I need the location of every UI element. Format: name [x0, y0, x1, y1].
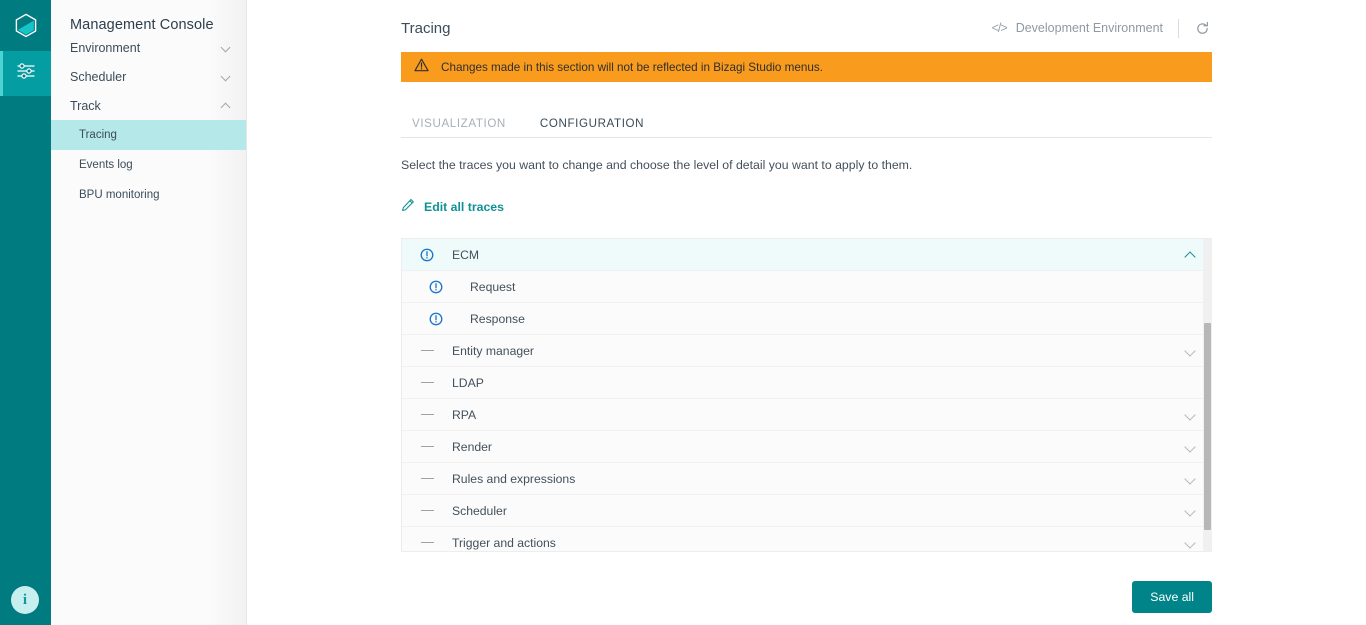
- sidebar-group-track[interactable]: Track: [51, 91, 246, 120]
- tab-visualization[interactable]: VISUALIZATION: [401, 117, 517, 137]
- icon-rail: i: [0, 0, 51, 625]
- tab-bar: VISUALIZATION CONFIGURATION: [401, 108, 1212, 138]
- trace-row[interactable]: Entity manager: [402, 335, 1212, 367]
- environment-label: Development Environment: [1015, 21, 1163, 35]
- info-icon: [402, 312, 470, 326]
- info-icon: [402, 248, 452, 262]
- help-icon-label: i: [22, 591, 28, 608]
- sidebar-group-scheduler-label: Scheduler: [70, 69, 127, 84]
- sidebar: Management Console Environment Scheduler…: [51, 0, 247, 625]
- chevron-down-icon[interactable]: [1184, 536, 1198, 550]
- sidebar-item-bpu-monitoring[interactable]: BPU monitoring: [51, 180, 246, 210]
- page-header: Tracing </> Development Environment: [247, 0, 1366, 38]
- trace-row-label: Trigger and actions: [452, 535, 556, 550]
- app-window: i Management Console Environment Schedul…: [0, 0, 1366, 625]
- trace-row-label: RPA: [452, 407, 477, 422]
- tab-configuration[interactable]: CONFIGURATION: [529, 117, 655, 137]
- trace-row[interactable]: Render: [402, 431, 1212, 463]
- warning-banner: Changes made in this section will not be…: [401, 52, 1212, 82]
- trace-row[interactable]: ECM: [402, 239, 1212, 271]
- dash-icon: [402, 541, 452, 544]
- trace-row-label: Render: [452, 439, 492, 454]
- trace-row-label: LDAP: [452, 375, 484, 390]
- chevron-up-icon[interactable]: [1184, 248, 1198, 262]
- warning-triangle-icon: [414, 58, 429, 77]
- dash-icon: [402, 445, 452, 448]
- sidebar-group-environment-label: Environment: [70, 40, 141, 55]
- pencil-icon: [401, 198, 415, 215]
- trace-row-label: Rules and expressions: [452, 471, 576, 486]
- chevron-down-icon[interactable]: [1184, 344, 1198, 358]
- trace-row[interactable]: Request: [402, 271, 1212, 303]
- edit-all-traces-button[interactable]: Edit all traces: [401, 198, 504, 215]
- section-description: Select the traces you want to change and…: [401, 158, 913, 172]
- sidebar-item-label: Events log: [79, 159, 133, 171]
- chevron-up-icon: [221, 100, 232, 111]
- trace-row-label: Entity manager: [452, 343, 534, 358]
- trace-row[interactable]: Response: [402, 303, 1212, 335]
- scrollbar-track[interactable]: [1203, 239, 1212, 551]
- trace-row[interactable]: RPA: [402, 399, 1212, 431]
- trace-row[interactable]: Rules and expressions: [402, 463, 1212, 495]
- code-icon: </>: [991, 21, 1008, 35]
- dash-icon: [402, 381, 452, 384]
- trace-row[interactable]: Scheduler: [402, 495, 1212, 527]
- sliders-icon: [15, 61, 37, 86]
- hexagon-logo[interactable]: [0, 0, 51, 51]
- chevron-down-icon[interactable]: [1184, 472, 1198, 486]
- save-all-button[interactable]: Save all: [1132, 581, 1212, 613]
- sidebar-item-label: BPU monitoring: [79, 189, 160, 201]
- info-icon: [402, 280, 470, 294]
- help-button[interactable]: i: [11, 586, 39, 614]
- warning-banner-text: Changes made in this section will not be…: [441, 60, 824, 74]
- refresh-icon[interactable]: [1192, 18, 1212, 38]
- trace-row-label: ECM: [452, 247, 480, 262]
- sidebar-item-tracing[interactable]: Tracing: [51, 120, 246, 150]
- chevron-down-icon[interactable]: [1184, 440, 1198, 454]
- dash-icon: [402, 349, 452, 352]
- scrollbar-thumb[interactable]: [1204, 323, 1211, 530]
- dash-icon: [402, 413, 452, 416]
- edit-all-traces-label: Edit all traces: [424, 199, 504, 214]
- dash-icon: [402, 509, 452, 512]
- sidebar-group-track-label: Track: [70, 98, 101, 113]
- environment-indicator: </> Development Environment: [992, 18, 1212, 38]
- trace-row-label: Response: [470, 311, 525, 326]
- chevron-down-icon: [221, 42, 232, 53]
- footer-actions: Save all: [1132, 581, 1212, 613]
- sidebar-group-scheduler[interactable]: Scheduler: [51, 62, 246, 91]
- sidebar-group-environment[interactable]: Environment: [51, 33, 246, 62]
- dash-icon: [402, 477, 452, 480]
- trace-row[interactable]: Trigger and actions: [402, 527, 1212, 551]
- sidebar-item-events-log[interactable]: Events log: [51, 150, 246, 180]
- chevron-down-icon[interactable]: [1184, 504, 1198, 518]
- main-content: Tracing </> Development Environment Chan…: [247, 0, 1366, 625]
- traces-list-rows: ECM Request Response Entity manager LDAP RPA R…: [402, 239, 1212, 551]
- trace-row-label: Scheduler: [452, 503, 507, 518]
- sidebar-item-label: Tracing: [79, 129, 117, 141]
- page-title: Tracing: [401, 19, 451, 37]
- rail-item-settings[interactable]: [0, 51, 51, 96]
- divider: [1178, 18, 1179, 38]
- chevron-down-icon[interactable]: [1184, 408, 1198, 422]
- chevron-down-icon: [221, 71, 232, 82]
- trace-row-label: Request: [470, 279, 516, 294]
- trace-row[interactable]: LDAP: [402, 367, 1212, 399]
- traces-list: ECM Request Response Entity manager LDAP RPA R…: [401, 238, 1212, 552]
- sidebar-title: Management Console: [70, 17, 214, 33]
